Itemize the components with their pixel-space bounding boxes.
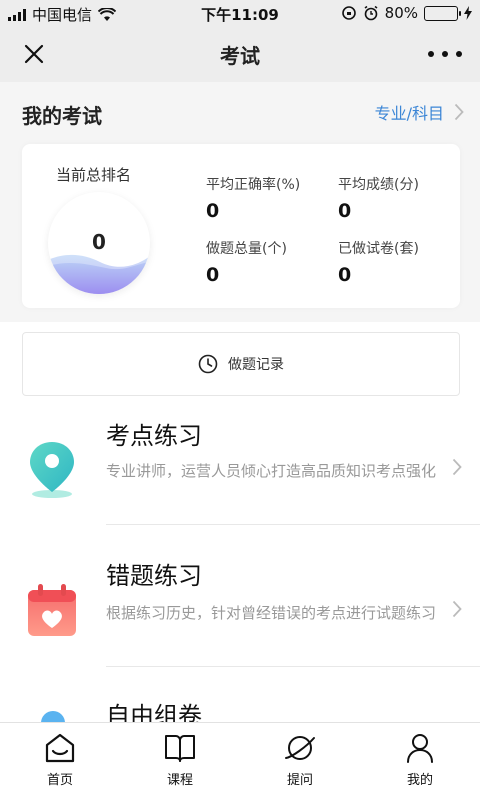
stat-average-score: 平均成绩(分) 0 <box>338 174 419 222</box>
tab-ask[interactable]: 提问 <box>240 723 360 800</box>
stat-label: 平均正确率(%) <box>206 177 301 193</box>
rank-value: 0 <box>92 230 106 254</box>
battery-icon <box>424 5 461 21</box>
home-icon <box>45 733 75 763</box>
feature-description: 根据练习历史，针对曾经错误的考点进行试题练习 <box>106 604 437 622</box>
chevron-right-icon <box>452 458 462 476</box>
stats-card: 当前总排名 0 平均正确率(%) 0 平均成绩(分) 0 做题总量(个) 0 已… <box>22 144 460 308</box>
tab-label: 首页 <box>46 773 73 788</box>
location-pin-icon <box>30 442 74 498</box>
tab-label: 提问 <box>286 773 313 788</box>
user-icon <box>407 734 433 763</box>
feature-title: 考点练习 <box>106 422 202 450</box>
tab-label: 我的 <box>406 773 433 788</box>
nav-bar: 考试 <box>0 26 480 82</box>
tab-bar: 首页 课程 提问 我的 <box>0 722 480 800</box>
stat-label: 平均成绩(分) <box>338 177 419 193</box>
chevron-right-icon <box>454 103 464 121</box>
status-bar: 中国电信 下午11:09 80% <box>0 0 480 26</box>
page-title: 考试 <box>220 44 260 68</box>
stat-value: 0 <box>206 200 220 222</box>
my-exam-heading: 我的考试 <box>22 104 102 128</box>
practice-record-button[interactable]: 做题记录 <box>22 332 460 396</box>
subject-link-label: 专业/科目 <box>374 104 444 123</box>
rank-label: 当前总排名 <box>56 166 132 184</box>
practice-record-label: 做题记录 <box>228 357 284 373</box>
clock-icon <box>198 354 218 374</box>
stat-question-count: 做题总量(个) 0 <box>206 238 287 286</box>
feature-title: 错题练习 <box>106 562 202 590</box>
feature-description: 专业讲师，运营人员倾心打造高品质知识考点强化 <box>106 462 437 480</box>
stat-label: 已做试卷(套) <box>338 241 419 257</box>
feature-mistake-practice[interactable]: 错题练习 根据练习历史，针对曾经错误的考点进行试题练习 <box>0 542 480 682</box>
stat-value: 0 <box>338 264 352 286</box>
balloon-icon <box>41 711 65 722</box>
feature-title: 自由组卷 <box>106 702 202 722</box>
more-icon[interactable] <box>428 40 462 68</box>
stat-label: 做题总量(个) <box>206 241 287 257</box>
chevron-right-icon <box>452 600 462 618</box>
tab-home[interactable]: 首页 <box>0 723 120 800</box>
feature-free-paper[interactable]: 自由组卷 <box>0 684 480 722</box>
alarm-icon <box>364 5 378 21</box>
orientation-lock-icon <box>341 6 356 20</box>
main-content: 我的考试 专业/科目 当前总排名 0 平均正确率(%) 0 平均成绩(分) 0 … <box>0 82 480 722</box>
tab-label: 课程 <box>166 773 193 788</box>
book-icon <box>165 735 195 762</box>
divider <box>106 666 480 667</box>
calendar-heart-icon <box>28 584 76 636</box>
stat-value: 0 <box>338 200 352 222</box>
planet-icon <box>285 736 315 760</box>
feature-topic-practice[interactable]: 考点练习 专业讲师，运营人员倾心打造高品质知识考点强化 <box>0 400 480 540</box>
divider <box>106 524 480 525</box>
charging-icon <box>464 6 472 20</box>
stat-value: 0 <box>206 264 220 286</box>
stat-accuracy: 平均正确率(%) 0 <box>206 174 300 222</box>
tab-courses[interactable]: 课程 <box>120 723 240 800</box>
battery-percent: 80% <box>384 4 418 22</box>
stat-papers-done: 已做试卷(套) 0 <box>338 238 419 286</box>
tab-mine[interactable]: 我的 <box>360 723 480 800</box>
subject-selector[interactable]: 专业/科目 <box>375 100 464 124</box>
rank-gauge: 0 <box>48 192 150 294</box>
